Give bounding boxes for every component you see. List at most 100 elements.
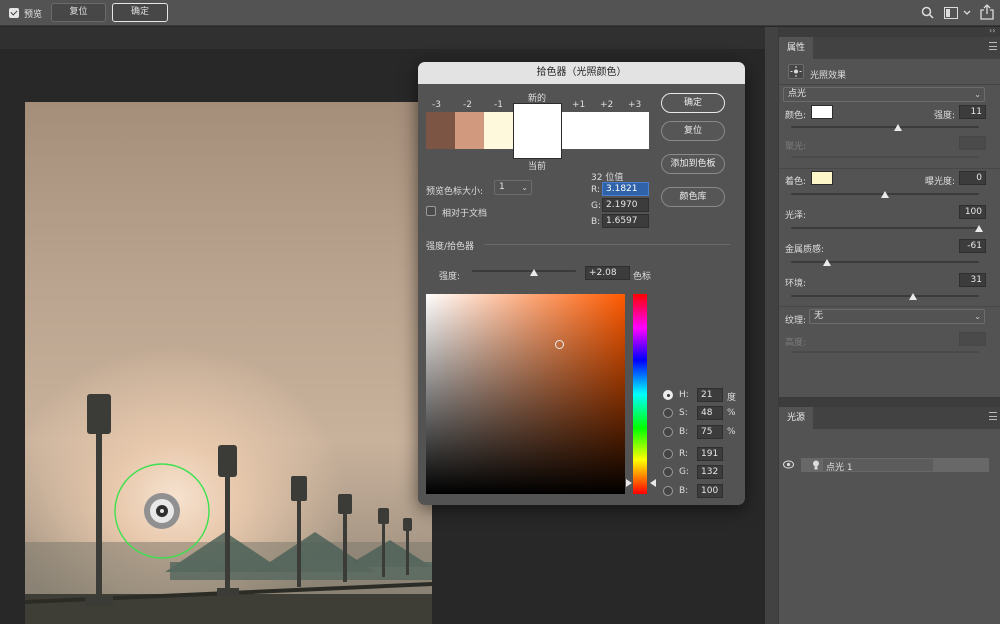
collapse-icon[interactable]: ›› [989, 26, 995, 35]
stop-swatch-minus2[interactable] [455, 112, 484, 149]
height-slider [791, 351, 979, 353]
share-icon[interactable] [980, 4, 994, 20]
height-label: 高度: [785, 338, 807, 348]
r32-field[interactable]: 3.1821 [602, 182, 649, 196]
texture-value: 无 [814, 311, 824, 321]
g32-field[interactable]: 2.1970 [602, 198, 649, 212]
color-field-cursor[interactable] [554, 339, 564, 349]
b-unit: % [727, 427, 736, 437]
light-list-item[interactable]: 点光 1 [779, 458, 989, 473]
search-icon[interactable] [921, 6, 934, 19]
properties-tabbar: 属性 [779, 37, 1000, 59]
picker-intensity-thumb[interactable] [530, 269, 539, 276]
light-item-label: 点光 1 [826, 463, 853, 473]
hotspot-slider [791, 156, 979, 158]
panel-menu-icon[interactable] [989, 412, 997, 420]
tint-slider-thumb[interactable] [881, 191, 889, 198]
tab-lights[interactable]: 光源 [779, 407, 814, 429]
h-radio[interactable] [663, 390, 673, 400]
hotspot-label: 聚光: [785, 142, 807, 152]
stop-swatch-plus1[interactable] [562, 112, 591, 149]
stop-swatch-plus2[interactable] [591, 112, 620, 149]
light-type-select[interactable]: 点光 ⌄ [783, 87, 985, 102]
color-label: 颜色: [785, 111, 807, 121]
preview-size-select[interactable]: 1 ⌄ [494, 180, 532, 195]
texture-select[interactable]: 无 ⌄ [809, 309, 985, 324]
gloss-slider-thumb[interactable] [975, 225, 983, 232]
gloss-slider[interactable] [791, 227, 979, 229]
color-libraries-button[interactable]: 颜色库 [661, 187, 725, 207]
bulb-icon [813, 460, 819, 470]
intensity-field[interactable]: 11 [959, 105, 986, 119]
stop-swatch-minus1[interactable] [484, 112, 513, 149]
light-color-swatch[interactable] [811, 105, 833, 119]
hue-slider[interactable] [633, 294, 647, 494]
h-field[interactable]: 21 [697, 388, 723, 402]
metallic-field[interactable]: -61 [959, 239, 986, 253]
picker-intensity-label: 强度: [439, 272, 461, 282]
blue-field[interactable]: 100 [697, 484, 723, 498]
canvas-scrollbar[interactable] [765, 27, 778, 624]
r-field[interactable]: 191 [697, 447, 723, 461]
dialog-ok-button[interactable]: 确定 [661, 93, 725, 113]
waterfront-photo [25, 394, 432, 624]
eye-icon[interactable] [783, 460, 794, 469]
reset-button[interactable]: 复位 [51, 3, 106, 22]
picker-intensity-field[interactable]: +2.08 [585, 266, 630, 280]
hue-slider-arrows[interactable] [626, 478, 656, 488]
intensity-slider-thumb[interactable] [894, 124, 903, 131]
b32-label: B: [591, 217, 601, 227]
hotspot-field [959, 136, 986, 150]
stop-label: -1 [494, 100, 503, 110]
relative-to-doc-checkbox[interactable] [426, 206, 436, 216]
r-radio[interactable] [663, 449, 673, 459]
lighting-effect-icon [788, 64, 804, 79]
s-field[interactable]: 48 [697, 406, 723, 420]
tint-color-swatch[interactable] [811, 171, 833, 185]
g-radio[interactable] [663, 467, 673, 477]
panel-menu-icon[interactable] [989, 42, 997, 50]
b-label: B: [679, 427, 689, 437]
blue-label: B: [679, 486, 689, 496]
s-radio[interactable] [663, 408, 673, 418]
metallic-slider-thumb[interactable] [822, 259, 831, 266]
blue-radio[interactable] [663, 486, 673, 496]
intensity-slider[interactable] [791, 126, 979, 128]
metallic-slider[interactable] [791, 261, 979, 263]
b-radio[interactable] [663, 427, 673, 437]
tab-properties[interactable]: 属性 [779, 37, 814, 59]
color-stops-strip[interactable] [426, 103, 650, 159]
metallic-label: 金属质感: [785, 245, 825, 255]
panel-layout-icon[interactable] [944, 7, 958, 19]
ambience-field[interactable]: 31 [959, 273, 986, 287]
exposure-field[interactable]: 0 [959, 171, 986, 185]
color-field[interactable] [426, 294, 625, 494]
chevron-down-icon: ⌄ [974, 90, 981, 99]
new-current-swatch [513, 103, 562, 159]
ok-button[interactable]: 确定 [112, 3, 168, 22]
document-image[interactable] [25, 102, 432, 624]
b32-field[interactable]: 1.6597 [602, 214, 649, 228]
stop-swatch-minus3[interactable] [426, 112, 455, 149]
preview-checkbox[interactable] [9, 8, 19, 18]
lights-tabbar: 光源 [779, 407, 1000, 429]
r-label: R: [679, 449, 689, 459]
color-picker-dialog: 拾色器（光照颜色） -3 -2 -1 新的 +1 +2 +3 当前 确定 复位 … [418, 62, 745, 505]
chevron-down-icon[interactable] [963, 10, 971, 16]
texture-label: 纹理: [785, 316, 807, 326]
g-label: G: [679, 467, 690, 477]
stop-label: -3 [432, 100, 441, 110]
g-field[interactable]: 132 [697, 465, 723, 479]
ambience-slider-thumb[interactable] [909, 293, 918, 300]
options-bar: 预览 复位 确定 [0, 0, 1000, 26]
stop-swatch-plus3[interactable] [620, 112, 649, 149]
tint-label: 着色: [785, 177, 807, 187]
add-to-swatches-button[interactable]: 添加到色板 [661, 154, 725, 174]
h-unit: 度 [727, 393, 737, 403]
dialog-reset-button[interactable]: 复位 [661, 121, 725, 141]
current-label: 当前 [528, 162, 547, 172]
gloss-field[interactable]: 100 [959, 205, 986, 219]
picker-intensity-slider[interactable] [472, 270, 576, 272]
b-field[interactable]: 75 [697, 425, 723, 439]
ambience-slider[interactable] [791, 295, 979, 297]
